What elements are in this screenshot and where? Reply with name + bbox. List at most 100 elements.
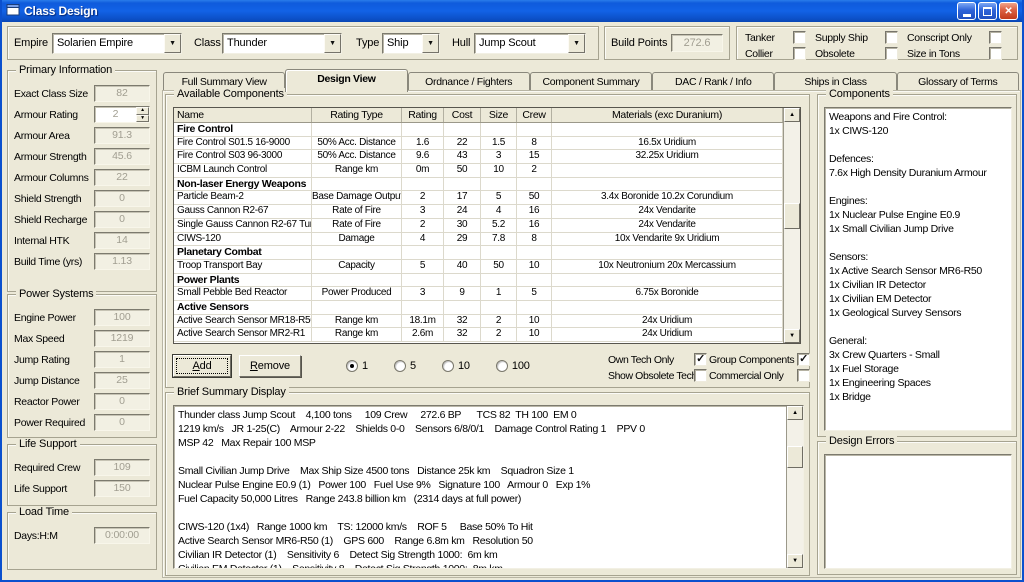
filter-label: Group Components	[709, 354, 795, 366]
filter-checkbox[interactable]	[797, 369, 810, 382]
table-scrollbar[interactable]	[783, 108, 800, 343]
tab[interactable]: Glossary of Terms	[897, 72, 1019, 91]
maximize-icon	[983, 7, 992, 16]
filter-checkbox[interactable]	[694, 353, 707, 366]
scrollbar-thumb[interactable]	[784, 203, 800, 229]
minimize-button[interactable]	[957, 2, 976, 20]
spinner-up-icon[interactable]	[136, 107, 149, 115]
table-row[interactable]: Active Sensors	[174, 301, 783, 315]
dropdown-arrow-icon[interactable]	[422, 34, 439, 53]
hull-select[interactable]: Jump Scout	[474, 33, 586, 54]
tab[interactable]: Component Summary	[530, 72, 652, 91]
brief-summary-textbox[interactable]: Thunder class Jump Scout 4,100 tons 109 …	[173, 405, 804, 569]
table-row[interactable]: Troop Transport Bay Capacity 5 40 50 10 …	[174, 260, 783, 274]
scroll-down-icon[interactable]	[784, 329, 800, 343]
tab[interactable]: Ordnance / Fighters	[408, 72, 530, 91]
flag-checkbox[interactable]	[885, 31, 898, 44]
table-row[interactable]: Non-laser Energy Weapons	[174, 178, 783, 192]
group-title: Components	[826, 88, 893, 100]
type-select[interactable]: Ship	[382, 33, 440, 54]
flag-checkbox[interactable]	[989, 47, 1002, 60]
maximize-button[interactable]	[978, 2, 997, 20]
field-row: Exact Class Size 82	[14, 85, 150, 102]
power-systems-group: Power Systems Engine Power 100 Max Speed…	[7, 294, 157, 438]
table-row[interactable]: Planetary Combat	[174, 246, 783, 260]
spinner-down-icon[interactable]	[136, 115, 149, 123]
life-support-group: Life Support Required Crew 109 Life Supp…	[7, 444, 157, 506]
class-select[interactable]: Thunder	[222, 33, 342, 54]
table-row[interactable]: ICBM Launch Control Range km 0m 50 10 2	[174, 164, 783, 178]
scroll-up-icon[interactable]	[787, 406, 803, 420]
field-value-box: 109	[94, 459, 150, 476]
field-label: Shield Recharge	[14, 214, 87, 226]
flag-checkbox[interactable]	[885, 47, 898, 60]
table-row[interactable]: Power Plants	[174, 274, 783, 288]
filter-label: Commercial Only	[709, 370, 795, 382]
field-value-box: 0:00:00	[94, 527, 150, 544]
table-row[interactable]: Small Pebble Bed Reactor Power Produced …	[174, 287, 783, 301]
dropdown-arrow-icon[interactable]	[568, 34, 585, 53]
flag-checkbox[interactable]	[793, 31, 806, 44]
table-row[interactable]: Fire Control S01.5 16-9000 50% Acc. Dist…	[174, 137, 783, 151]
hull-label: Hull	[452, 37, 474, 49]
field-value-box: 100	[94, 309, 150, 326]
available-components-group: Available Components Name Rating Type Ra…	[165, 94, 810, 388]
dropdown-arrow-icon[interactable]	[164, 34, 181, 53]
scroll-up-icon[interactable]	[784, 108, 800, 122]
filter-label: Show Obsolete Tech	[608, 370, 692, 382]
scroll-down-icon[interactable]	[787, 554, 803, 568]
tab[interactable]: Design View	[285, 69, 407, 92]
radio-label: 10	[458, 360, 470, 372]
summary-scrollbar[interactable]	[786, 406, 803, 568]
filter-checkbox[interactable]	[797, 353, 810, 366]
field-label: Shield Strength	[14, 193, 81, 205]
field-row: Jump Rating 1	[14, 351, 150, 368]
quantity-radio[interactable]: 10	[442, 360, 470, 372]
quantity-radio[interactable]: 5	[394, 360, 416, 372]
table-row[interactable]: Single Gauss Cannon R2-67 Turret Rate of…	[174, 219, 783, 233]
flag-checkbox[interactable]	[793, 47, 806, 60]
radio-icon	[442, 360, 454, 372]
table-row[interactable]: Active Search Sensor MR2-R1 Range km 2.6…	[174, 328, 783, 342]
empire-select[interactable]: Solarien Empire	[52, 33, 182, 54]
spinner	[136, 107, 149, 122]
table-row[interactable]: Particle Beam-2 Base Damage Output 2 17 …	[174, 191, 783, 205]
field-row: Armour Rating 2	[14, 106, 150, 123]
design-errors-box	[824, 454, 1012, 569]
window-title: Class Design	[24, 4, 98, 18]
table-row[interactable]: Active Search Sensor MR18-R50 Range km 1…	[174, 315, 783, 329]
load-time-group: Load Time Days:H:M 0:00:00	[7, 512, 157, 570]
tab[interactable]: DAC / Rank / Info	[652, 72, 774, 91]
table-row[interactable]: Fire Control S03 96-3000 50% Acc. Distan…	[174, 150, 783, 164]
field-label: Jump Distance	[14, 375, 80, 387]
flag-checkbox[interactable]	[989, 31, 1002, 44]
add-button[interactable]: Add	[173, 355, 231, 377]
close-button[interactable]	[999, 2, 1018, 20]
filter-checkbox[interactable]	[694, 369, 707, 382]
table-row[interactable]: Fire Control	[174, 123, 783, 137]
field-label: Max Speed	[14, 333, 64, 345]
window-icon	[6, 3, 20, 19]
field-label: Life Support	[14, 483, 67, 495]
components-listbox[interactable]: Weapons and Fire Control: 1x CIWS-120 De…	[824, 107, 1012, 431]
field-value-box: 1219	[94, 330, 150, 347]
field-label: Armour Columns	[14, 172, 89, 184]
available-components-table: Name Rating Type Rating Cost Size Crew M…	[173, 107, 801, 344]
type-label: Type	[356, 37, 382, 49]
field-value-box: 0	[94, 190, 150, 207]
dropdown-arrow-icon[interactable]	[324, 34, 341, 53]
field-value-box: 82	[94, 85, 150, 102]
field-row: Build Time (yrs) 1.13	[14, 253, 150, 270]
table-header: Name Rating Type Rating Cost Size Crew M…	[174, 108, 783, 123]
remove-button[interactable]: Remove	[239, 355, 301, 377]
quantity-radio[interactable]: 1	[346, 360, 368, 372]
group-title: Load Time	[16, 506, 72, 518]
table-row[interactable]: CIWS-120 Damage 4 29 7.8 8 10x Vendarite…	[174, 233, 783, 247]
quantity-radio[interactable]: 100	[496, 360, 530, 372]
field-value-box: 1	[94, 351, 150, 368]
field-row: Internal HTK 14	[14, 232, 150, 249]
scrollbar-thumb[interactable]	[787, 446, 803, 468]
field-row: Jump Distance 25	[14, 372, 150, 389]
design-errors-group: Design Errors	[817, 441, 1017, 575]
table-row[interactable]: Gauss Cannon R2-67 Rate of Fire 3 24 4 1…	[174, 205, 783, 219]
